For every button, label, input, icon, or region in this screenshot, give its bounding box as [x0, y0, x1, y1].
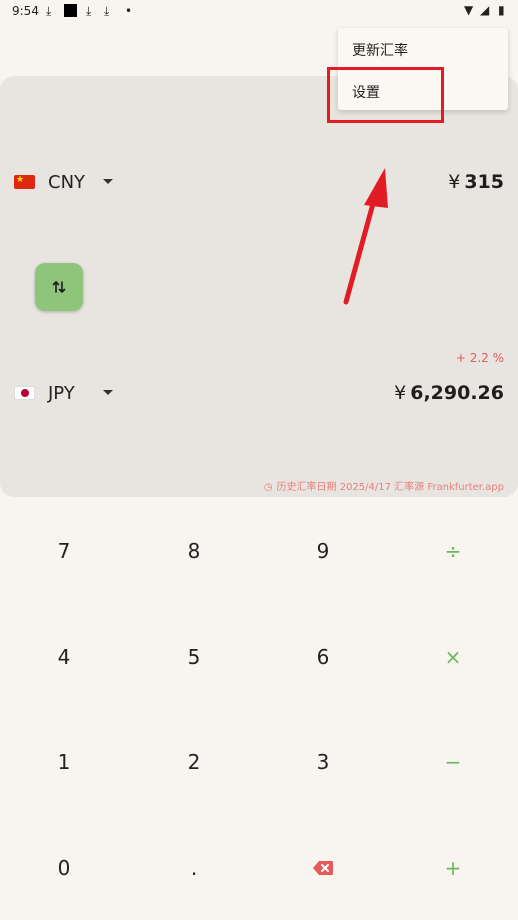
pointer-arrow-icon — [343, 168, 388, 305]
